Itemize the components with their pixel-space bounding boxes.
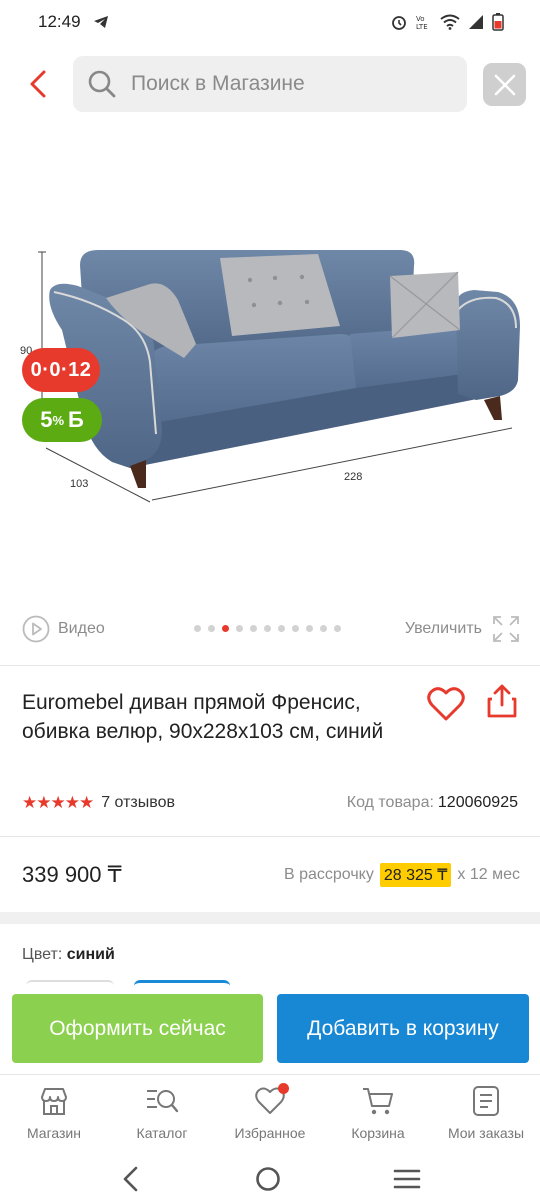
pagination-dot[interactable] [277,625,286,633]
section-separator [0,912,540,924]
add-to-cart-button[interactable]: Добавить в корзину [277,994,529,1063]
cta-bar: Оформить сейчас Добавить в корзину [0,994,540,1064]
svg-text:LTE: LTE [416,23,428,31]
price: 339 900 ₸ [22,862,122,887]
pagination-dot[interactable] [305,625,314,633]
clear-search-button[interactable] [483,63,526,106]
pagination-dot[interactable] [235,625,244,633]
installment-term: x 12 мес [457,866,520,883]
pagination-dot[interactable] [263,625,272,633]
alarm-icon [392,16,406,30]
tab-catalog[interactable]: Каталог [108,1075,216,1154]
reviews-link[interactable]: 7 отзывов [101,794,175,812]
dimension-depth-label: 103 [70,478,88,490]
video-button[interactable]: Видео [22,615,105,643]
installment-amount: 28 325 ₸ [379,863,452,887]
bonus-badge: 5% Б [22,398,102,442]
tab-shop[interactable]: Магазин [0,1075,108,1154]
color-value: синий [66,946,115,963]
telegram-icon [93,16,108,28]
close-icon [494,74,515,95]
play-icon [22,615,50,643]
pagination-dot[interactable] [249,625,258,633]
pagination-dot[interactable] [333,625,342,633]
search-box[interactable] [73,56,467,112]
notification-dot [278,1083,289,1094]
shop-icon [41,1088,67,1115]
bottom-tab-bar: Магазин Каталог Избранное Корзина Мои за… [0,1074,540,1154]
zoom-button[interactable]: Увеличить [405,615,520,643]
product-title: Euromebel диван прямой Френсис, обивка в… [22,691,384,743]
battery-icon [492,13,504,31]
clock: 12:49 [38,12,81,31]
price-row: 339 900 ₸ В рассрочку 28 325 ₸ x 12 мес [22,860,520,890]
sku-label: Код товара: [346,794,434,811]
gallery-pagination [194,625,342,633]
nav-back-icon[interactable] [119,1165,143,1193]
divider [0,836,540,837]
color-swatch[interactable] [26,980,114,988]
gallery-controls: Видео Увеличить [0,612,540,646]
volte-icon: VoLTE [416,15,428,31]
sku: Код товара: 120060925 [347,794,518,812]
installment-label: В рассрочку [283,866,374,883]
divider [0,665,540,666]
catalog-search-icon [147,1090,179,1113]
share-icon [487,684,517,718]
expand-icon [493,616,519,642]
heart-icon [427,687,465,721]
nav-home-icon[interactable] [254,1165,282,1193]
zoom-label: Увеличить [404,620,482,637]
tab-cart[interactable]: Корзина [324,1075,432,1154]
tab-orders[interactable]: Мои заказы [432,1075,540,1154]
tab-label: Избранное [234,1125,306,1141]
pagination-dot[interactable] [194,625,202,633]
tab-favorites[interactable]: Избранное [216,1075,324,1154]
tab-label: Корзина [351,1125,405,1141]
color-label: Цвет: [22,946,63,963]
cart-icon [363,1088,393,1115]
system-nav-bar [0,1154,540,1204]
bonus-percent: 5 [40,407,53,432]
chevron-left-icon [30,70,46,98]
installment-badge: 0·0·12 [22,348,100,392]
tab-label: Каталог [136,1125,188,1141]
pagination-dot[interactable] [319,625,328,633]
search-icon [88,70,116,98]
bonus-percent-sign: % [52,412,64,428]
tab-label: Магазин [26,1125,81,1141]
pagination-dot[interactable] [207,625,216,633]
bonus-symbol: Б [68,407,84,432]
orders-icon [473,1086,499,1116]
favorite-button[interactable] [426,686,466,722]
svg-text:Vo: Vo [416,15,425,23]
search-input[interactable] [131,72,431,96]
signal-icon [469,15,483,29]
back-button[interactable] [24,68,56,100]
video-label: Видео [58,620,105,637]
color-swatch-selected[interactable] [134,980,230,988]
nav-menu-icon[interactable] [393,1165,421,1193]
installment-info[interactable]: В рассрочку 28 325 ₸ x 12 мес [284,863,520,887]
search-header [0,56,540,114]
buy-now-button[interactable]: Оформить сейчас [12,994,263,1063]
tab-label: Мои заказы [447,1125,525,1141]
wifi-icon [440,14,460,30]
status-bar: 12:49 Vo LTE [0,0,540,44]
share-button[interactable] [484,684,520,720]
sku-value: 120060925 [437,794,518,811]
rating-stars: ★★★★★ [22,793,94,812]
pagination-dot[interactable] [291,625,300,633]
color-selector-label: Цвет: синий [22,946,115,964]
dimension-width-label: 228 [344,471,362,483]
pagination-dot-active[interactable] [221,625,230,633]
rating-row: ★★★★★ 7 отзывов Код товара: 120060925 [22,792,518,814]
